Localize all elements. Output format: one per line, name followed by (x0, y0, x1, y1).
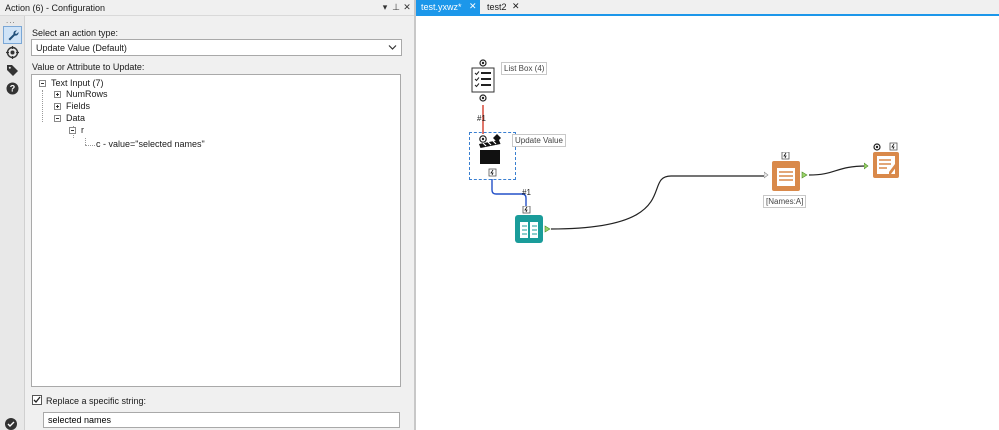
tree-node-data[interactable]: Data (66, 113, 85, 123)
names-interface-tool[interactable] (763, 151, 810, 194)
replace-string-input[interactable] (44, 413, 399, 427)
connection-line (808, 165, 867, 176)
collapse-icon[interactable] (54, 115, 61, 122)
expand-icon[interactable] (54, 91, 61, 98)
connection-line (550, 175, 764, 230)
replace-checkbox[interactable] (32, 395, 42, 405)
collapse-icon[interactable] (69, 127, 76, 134)
text-input-tool[interactable] (514, 205, 554, 244)
tree-line (85, 145, 95, 146)
tab-test2[interactable]: test2 ✕ (482, 0, 526, 14)
expand-icon[interactable] (54, 103, 61, 110)
panel-title: Action (6) - Configuration (5, 3, 106, 13)
connection-label: #1 (522, 188, 531, 197)
collapse-icon[interactable] (39, 80, 46, 87)
close-icon[interactable]: ✕ (469, 1, 477, 12)
interface-tool-icon (763, 151, 808, 191)
list-box-tool[interactable] (471, 58, 495, 102)
svg-text:?: ? (10, 84, 16, 94)
tree-node-r[interactable]: r (81, 125, 84, 135)
tab-test-yxwz[interactable]: test.yxwz* ✕ (416, 0, 480, 14)
workflow-canvas[interactable]: List Box (4) #1 Update Value #1 [Names:A… (416, 16, 999, 430)
workflow-tab-strip: test.yxwz* ✕ test2 ✕ (416, 0, 999, 14)
action-type-value: Update Value (Default) (36, 43, 127, 53)
action-type-label: Select an action type: (32, 28, 119, 38)
rail-overflow: ... (6, 16, 16, 25)
tree-node-c[interactable]: c - value="selected names" (95, 139, 206, 149)
replace-string-field[interactable] (43, 412, 400, 428)
attribute-tree: Text Input (7) NumRows Fields Data r c -… (31, 74, 401, 387)
close-icon[interactable]: ✕ (512, 1, 520, 12)
tree-node-numrows[interactable]: NumRows (66, 89, 108, 99)
tree-node-fields[interactable]: Fields (66, 101, 90, 111)
list-box-icon (471, 59, 495, 102)
update-value-tool[interactable] (469, 132, 516, 180)
names-interface-label: [Names:A] (763, 195, 807, 208)
help-icon[interactable]: ? (3, 80, 22, 98)
wrench-icon[interactable] (3, 26, 22, 44)
output-tool[interactable] (863, 142, 904, 182)
panel-title-bar: Action (6) - Configuration ▾ ⊥ ✕ (0, 0, 414, 16)
connections-layer (482, 105, 867, 230)
tag-icon[interactable] (3, 62, 22, 80)
action-type-select[interactable]: Update Value (Default) (31, 39, 402, 56)
target-icon[interactable] (3, 44, 22, 62)
text-input-icon (515, 205, 551, 243)
tree-line (42, 90, 43, 122)
panel-close-icon[interactable]: ✕ (402, 2, 412, 13)
output-icon (863, 142, 899, 178)
side-rail: ... ? (0, 16, 25, 430)
tree-node-text-input[interactable]: Text Input (7) (51, 78, 104, 88)
chevron-down-icon (388, 45, 397, 50)
connection-label: #1 (477, 114, 486, 123)
attribute-label: Value or Attribute to Update: (32, 62, 145, 72)
status-check-icon (5, 418, 17, 430)
panel-pin-icon[interactable]: ⊥ (391, 2, 401, 13)
tab-label: test2 (487, 2, 507, 12)
list-box-label: List Box (4) (501, 62, 548, 75)
checkmark-icon (33, 396, 41, 403)
tree-line (85, 138, 86, 145)
replace-label: Replace a specific string: (46, 396, 147, 406)
update-value-label: Update Value (512, 134, 566, 147)
panel-dropdown-icon[interactable]: ▾ (380, 2, 390, 13)
tab-label: test.yxwz* (421, 2, 462, 12)
configuration-panel: Action (6) - Configuration ▾ ⊥ ✕ ... ? S… (0, 0, 414, 430)
update-value-icon (479, 134, 501, 177)
